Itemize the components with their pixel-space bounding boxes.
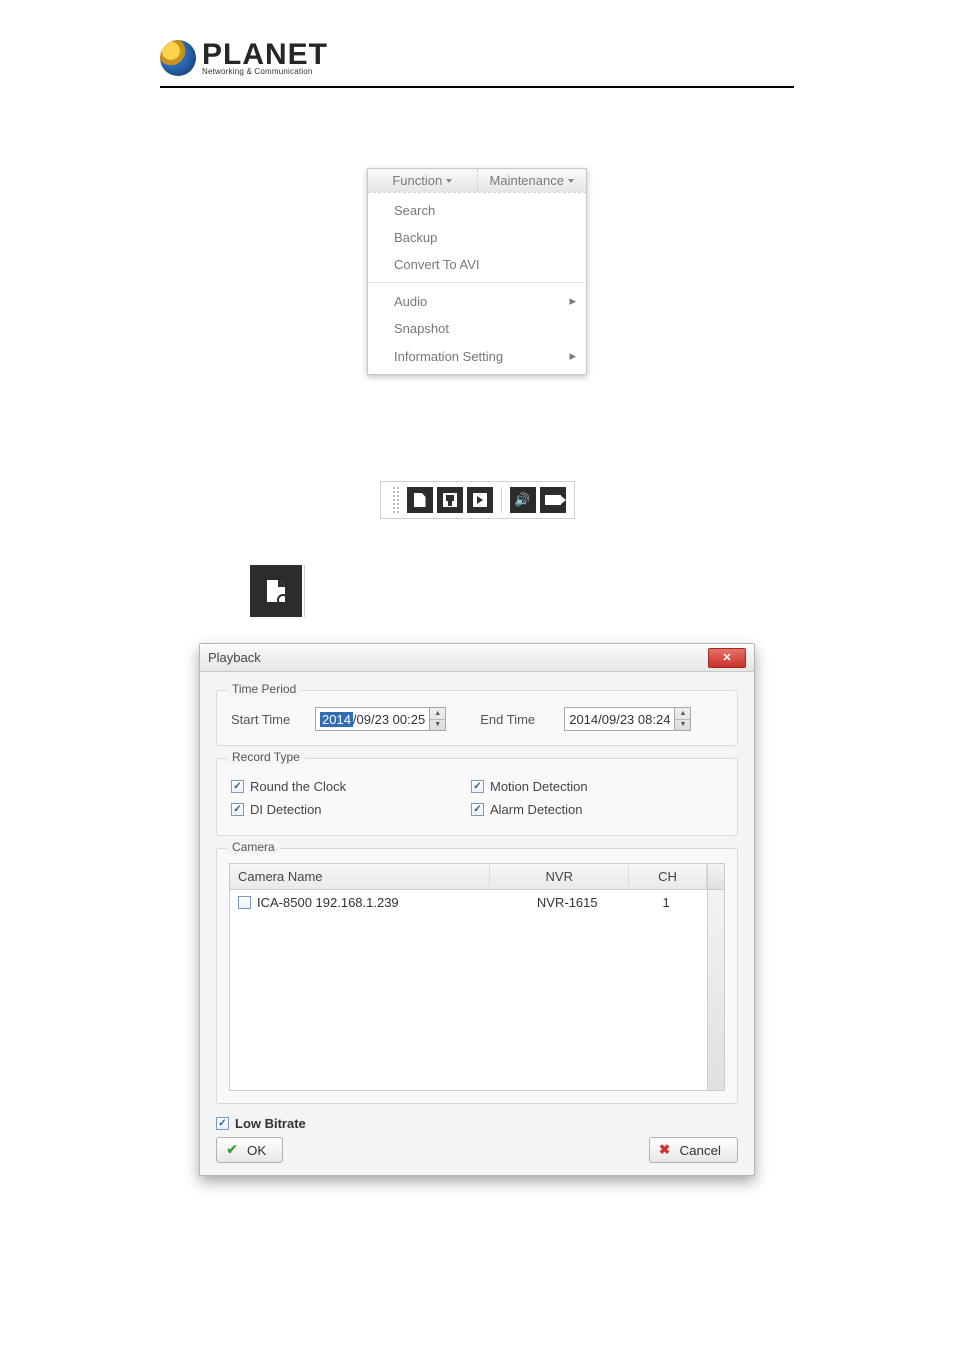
ok-button[interactable]: ✔ OK [216, 1137, 283, 1163]
button-label: OK [247, 1143, 266, 1158]
start-time-label: Start Time [231, 712, 315, 727]
menu-item-backup[interactable]: Backup [368, 224, 586, 251]
th-ch[interactable]: CH [629, 864, 707, 889]
low-bitrate-label: Low Bitrate [235, 1116, 306, 1131]
tab-label: Function [392, 173, 442, 188]
toolbar-separator [501, 487, 502, 513]
checkmark-icon: ✓ [471, 803, 484, 816]
scrollbar-track-header [707, 864, 724, 889]
chevron-down-icon [568, 179, 574, 183]
start-time-input[interactable]: 2014/09/23 00:25 ▲▼ [315, 707, 446, 731]
file-save-icon[interactable] [437, 487, 463, 513]
menu-item-label: Information Setting [394, 349, 503, 364]
check-icon: ✔ [225, 1143, 239, 1157]
checkbox-alarm-detection[interactable]: ✓ Alarm Detection [471, 802, 711, 817]
chevron-right-icon: ▸ [569, 293, 576, 309]
brand-tagline: Networking & Communication [202, 68, 328, 76]
start-time-year-selected: 2014 [320, 712, 353, 727]
checkmark-icon: ✓ [231, 803, 244, 816]
record-type-group: Record Type ✓ Round the Clock ✓ Motion D… [216, 758, 738, 836]
group-legend: Record Type [227, 750, 305, 764]
group-legend: Camera [227, 840, 280, 854]
chevron-down-icon [446, 179, 452, 183]
table-header: Camera Name NVR CH [230, 864, 724, 890]
th-nvr[interactable]: NVR [490, 864, 629, 889]
checkbox-label: Motion Detection [490, 779, 588, 794]
checkbox-label: DI Detection [250, 802, 322, 817]
checkmark-icon: ✓ [471, 780, 484, 793]
checkbox-icon[interactable]: ✓ [238, 896, 251, 909]
header-rule [160, 86, 794, 88]
file-search-icon[interactable] [250, 565, 302, 617]
camera-group: Camera Camera Name NVR CH [216, 848, 738, 1104]
end-time-input[interactable]: 2014/09/23 08:24 ▲▼ [564, 707, 691, 731]
close-icon: ✕ [722, 651, 731, 664]
button-label: Cancel [680, 1143, 722, 1158]
low-bitrate-option[interactable]: ✓ Low Bitrate [216, 1116, 738, 1131]
table-row[interactable]: ✓ ICA-8500 192.168.1.239 NVR-1615 1 [230, 890, 707, 915]
checkbox-label: Alarm Detection [490, 802, 582, 817]
cell-camera-name: ICA-8500 192.168.1.239 [257, 895, 399, 910]
brand-logo: PLANET Networking & Communication [160, 40, 924, 76]
grip-icon [393, 487, 399, 513]
time-period-group: Time Period Start Time 2014/09/23 00:25 … [216, 690, 738, 746]
menu-item-label: Audio [394, 294, 427, 309]
tab-label: Maintenance [490, 173, 564, 188]
menu-item-audio[interactable]: Audio ▸ [368, 287, 586, 315]
spinner-icon[interactable]: ▲▼ [430, 707, 446, 731]
camera-table: Camera Name NVR CH ✓ ICA-8500 192.168.1. [229, 863, 725, 1091]
start-time-rest: /09/23 00:25 [353, 712, 425, 727]
cell-nvr: NVR-1615 [501, 895, 633, 910]
tab-function[interactable]: Function [368, 169, 478, 192]
close-button[interactable]: ✕ [708, 648, 746, 668]
globe-icon [160, 40, 196, 76]
x-icon: ✖ [658, 1143, 672, 1157]
scrollbar[interactable] [707, 890, 724, 1090]
camera-icon[interactable] [540, 487, 566, 513]
playback-toolbar: 🔊 [380, 481, 575, 519]
cell-ch: 1 [633, 895, 699, 910]
function-menu-screenshot: Function Maintenance Search Backup Conve… [367, 168, 587, 375]
menu-item-label: Search [394, 203, 435, 218]
checkbox-label: Round the Clock [250, 779, 346, 794]
dialog-title: Playback [208, 650, 261, 665]
tab-maintenance[interactable]: Maintenance [478, 169, 587, 192]
menu-item-label: Backup [394, 230, 437, 245]
spinner-icon[interactable]: ▲▼ [675, 707, 691, 731]
menu-item-label: Convert To AVI [394, 257, 480, 272]
checkbox-motion-detection[interactable]: ✓ Motion Detection [471, 779, 711, 794]
th-camera-name[interactable]: Camera Name [230, 864, 490, 889]
file-search-icon[interactable] [407, 487, 433, 513]
menu-item-convert-to-avi[interactable]: Convert To AVI [368, 251, 586, 278]
checkmark-icon: ✓ [231, 780, 244, 793]
menu-item-information-setting[interactable]: Information Setting ▸ [368, 342, 586, 370]
menu-item-label: Snapshot [394, 321, 449, 336]
brand-name: PLANET [202, 40, 328, 70]
speaker-icon[interactable]: 🔊 [510, 487, 536, 513]
end-time-label: End Time [480, 712, 564, 727]
end-time-value: 2014/09/23 08:24 [569, 712, 670, 727]
chevron-right-icon: ▸ [569, 348, 576, 364]
checkbox-round-the-clock[interactable]: ✓ Round the Clock [231, 779, 471, 794]
checkmark-icon: ✓ [216, 1117, 229, 1130]
playback-dialog: Playback ✕ Time Period Start Time 2014/0… [199, 643, 755, 1176]
group-legend: Time Period [227, 682, 301, 696]
toolbar-separator [304, 565, 312, 617]
cancel-button[interactable]: ✖ Cancel [649, 1137, 739, 1163]
menu-item-search[interactable]: Search [368, 197, 586, 224]
checkbox-di-detection[interactable]: ✓ DI Detection [231, 802, 471, 817]
file-play-icon[interactable] [467, 487, 493, 513]
menu-item-snapshot[interactable]: Snapshot [368, 315, 586, 342]
